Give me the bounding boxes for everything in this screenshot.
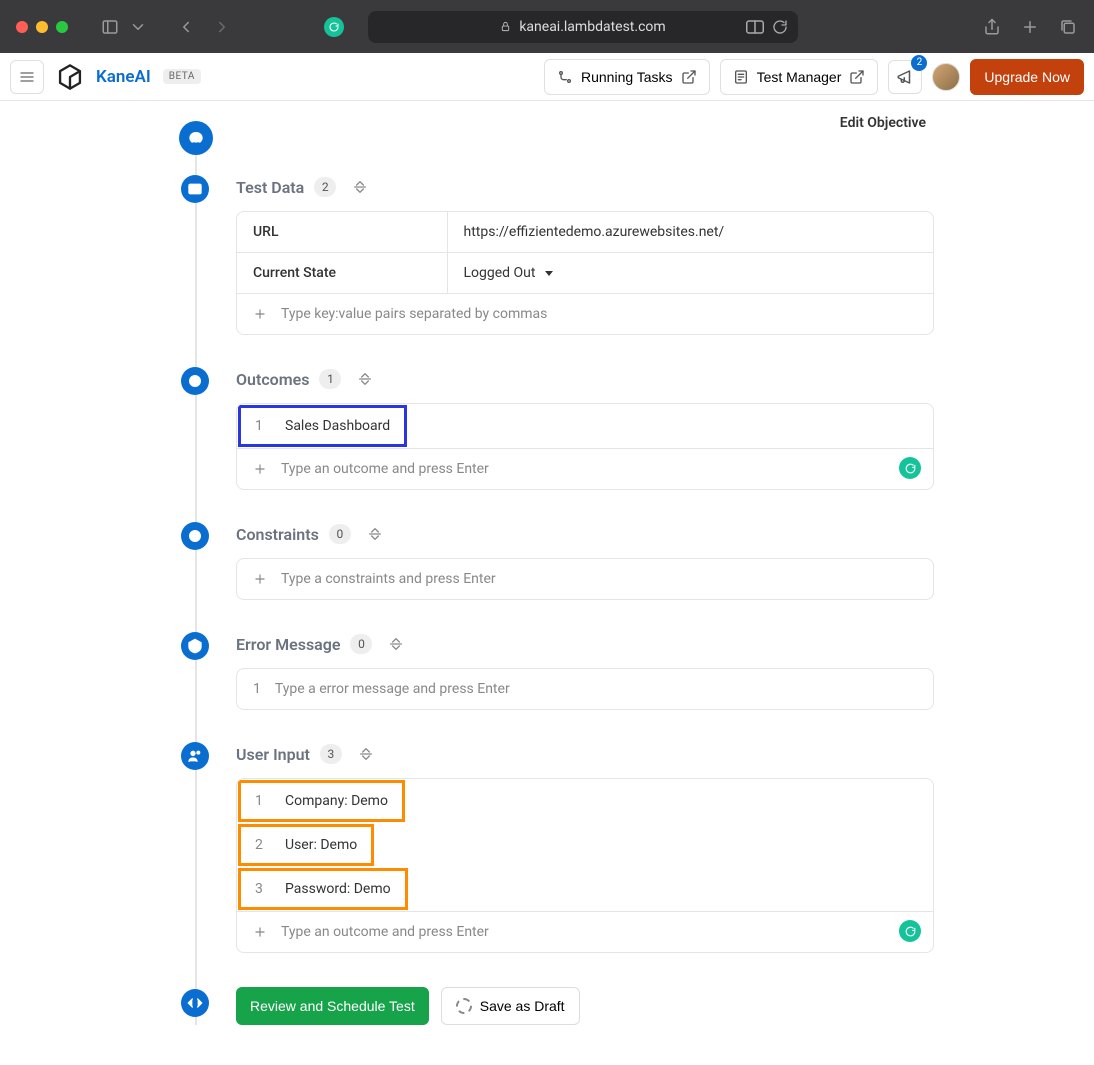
plus-icon <box>253 462 267 476</box>
user-input-count: 3 <box>320 744 342 764</box>
outcomes-title: Outcomes <box>236 370 309 389</box>
upgrade-button[interactable]: Upgrade Now <box>970 59 1084 95</box>
outcomes-node-icon[interactable] <box>181 367 209 395</box>
lambdatest-logo-icon[interactable] <box>56 63 84 91</box>
save-draft-button[interactable]: Save as Draft <box>441 987 580 1025</box>
running-tasks-button[interactable]: Running Tasks <box>544 59 710 95</box>
url-row: URL https://effizientedemo.azurewebsites… <box>237 212 933 253</box>
plus-icon <box>253 925 267 939</box>
user-input-card: 1 Company: Demo 2 User: Demo 3 Password:… <box>236 778 934 953</box>
minimize-window-icon[interactable] <box>36 21 48 33</box>
grammarly-icon[interactable] <box>324 17 344 37</box>
outcomes-count: 1 <box>319 369 341 389</box>
objective-node-icon[interactable] <box>179 121 213 155</box>
maximize-window-icon[interactable] <box>56 21 68 33</box>
new-tab-icon[interactable] <box>1020 17 1040 37</box>
notification-badge: 2 <box>911 55 927 71</box>
app-topbar: KaneAI BETA Running Tasks Test Manager 2… <box>0 53 1094 101</box>
constraints-title: Constraints <box>236 525 319 544</box>
collapse-icon[interactable] <box>357 371 373 387</box>
caret-down-icon <box>545 271 553 276</box>
url-label: URL <box>237 212 447 253</box>
grammarly-icon[interactable] <box>899 920 921 942</box>
announcements-button[interactable]: 2 <box>888 60 922 94</box>
forward-icon[interactable] <box>212 17 232 37</box>
test-manager-button[interactable]: Test Manager <box>720 59 879 95</box>
refresh-icon[interactable] <box>772 19 788 35</box>
plus-icon <box>253 572 267 586</box>
error-title: Error Message <box>236 635 340 654</box>
user-avatar[interactable] <box>932 63 960 91</box>
outcome-item[interactable]: 1 Sales Dashboard <box>238 405 407 447</box>
browser-chrome: kaneai.lambdatest.com <box>0 0 1094 53</box>
beta-badge: BETA <box>163 69 201 84</box>
outcomes-card: 1 Sales Dashboard Type an outcome and pr… <box>236 403 934 490</box>
error-card: 1 Type a error message and press Enter <box>236 668 934 710</box>
error-placeholder: Type a error message and press Enter <box>275 681 510 697</box>
translate-icon[interactable] <box>746 20 764 34</box>
user-input-placeholder: Type an outcome and press Enter <box>281 924 489 940</box>
sidebar-toggle-icon[interactable] <box>100 17 120 37</box>
dashed-circle-icon <box>456 998 472 1014</box>
constraints-count: 0 <box>329 524 351 544</box>
state-dropdown[interactable]: Logged Out <box>464 265 554 281</box>
user-input-node-icon[interactable] <box>181 742 209 770</box>
outcome-placeholder: Type an outcome and press Enter <box>281 461 489 477</box>
traffic-lights <box>16 21 68 33</box>
test-data-count: 2 <box>314 177 336 197</box>
collapse-icon[interactable] <box>358 746 374 762</box>
menu-button[interactable] <box>10 60 44 94</box>
chevron-down-icon[interactable] <box>128 17 148 37</box>
constraints-node-icon[interactable] <box>181 522 209 550</box>
review-schedule-button[interactable]: Review and Schedule Test <box>236 987 429 1025</box>
test-data-placeholder: Type key:value pairs separated by commas <box>281 306 547 322</box>
collapse-icon[interactable] <box>352 179 368 195</box>
external-link-icon <box>681 69 697 85</box>
add-test-data-input[interactable]: Type key:value pairs separated by commas <box>237 293 933 334</box>
add-outcome-input[interactable]: Type an outcome and press Enter <box>237 448 933 489</box>
external-link-icon <box>849 69 865 85</box>
add-user-input[interactable]: Type an outcome and press Enter <box>237 911 933 952</box>
add-error-input[interactable]: 1 Type a error message and press Enter <box>237 669 933 709</box>
state-row: Current State Logged Out <box>237 253 933 294</box>
collapse-icon[interactable] <box>367 526 383 542</box>
add-constraint-input[interactable]: Type a constraints and press Enter <box>237 559 933 599</box>
user-input-item[interactable]: 3 Password: Demo <box>238 868 408 910</box>
plus-icon <box>253 307 267 321</box>
user-input-item[interactable]: 1 Company: Demo <box>238 780 405 822</box>
tabs-icon[interactable] <box>1058 17 1078 37</box>
test-data-title: Test Data <box>236 178 304 197</box>
close-window-icon[interactable] <box>16 21 28 33</box>
lock-icon <box>500 21 511 32</box>
test-data-node-icon[interactable] <box>181 175 209 203</box>
url-text: kaneai.lambdatest.com <box>519 19 665 35</box>
url-bar[interactable]: kaneai.lambdatest.com <box>368 11 798 43</box>
constraints-card: Type a constraints and press Enter <box>236 558 934 600</box>
error-node-icon[interactable] <box>181 632 209 660</box>
collapse-icon[interactable] <box>388 636 404 652</box>
outcome-text: Sales Dashboard <box>285 418 390 434</box>
code-node-icon[interactable] <box>181 989 209 1017</box>
constraint-placeholder: Type a constraints and press Enter <box>281 571 496 587</box>
user-input-title: User Input <box>236 745 310 764</box>
brand-name[interactable]: KaneAI <box>96 67 151 87</box>
state-label: Current State <box>237 253 447 294</box>
back-icon[interactable] <box>176 17 196 37</box>
grammarly-icon[interactable] <box>899 457 921 479</box>
user-input-item[interactable]: 2 User: Demo <box>238 824 374 866</box>
test-data-card: URL https://effizientedemo.azurewebsites… <box>236 211 934 335</box>
url-value[interactable]: https://effizientedemo.azurewebsites.net… <box>447 212 933 253</box>
error-count: 0 <box>350 634 372 654</box>
share-icon[interactable] <box>982 17 1002 37</box>
